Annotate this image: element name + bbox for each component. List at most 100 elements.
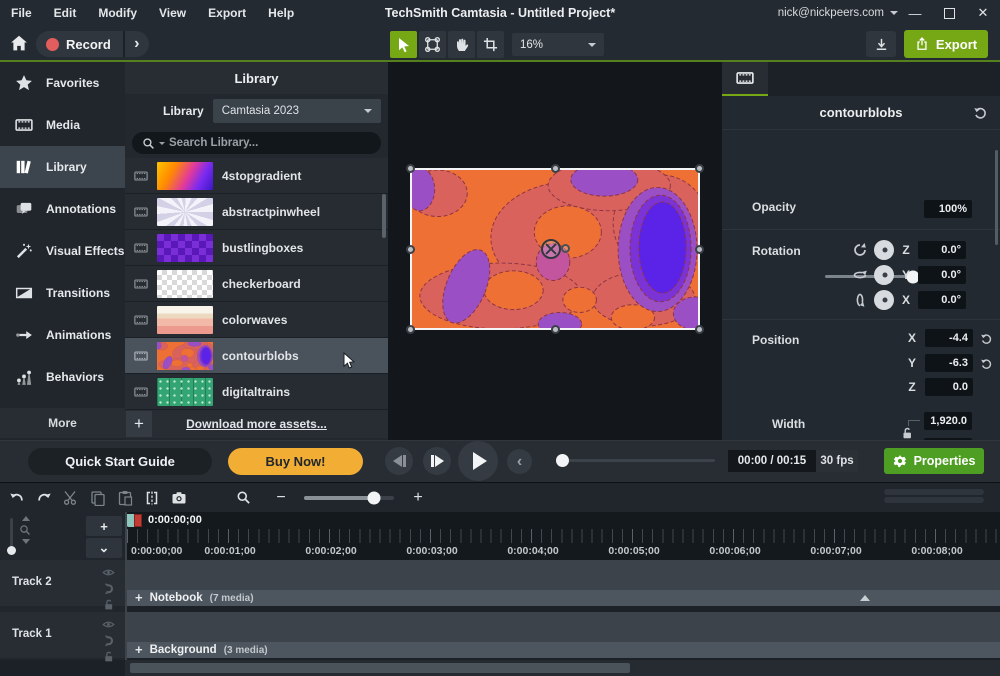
- account-menu[interactable]: nick@nickpeers.com: [778, 0, 898, 26]
- rotation-anchor-icon[interactable]: [541, 239, 561, 259]
- timeline-zoom-out-button[interactable]: −: [268, 487, 294, 509]
- track-1-lane[interactable]: [127, 612, 1000, 642]
- timeline-ruler[interactable]: 0:00:00;00 0:00:01;00 0:00:02;00 0:00:03…: [127, 512, 1000, 560]
- reset-icon[interactable]: [980, 357, 993, 370]
- sidebar-item-visual-effects[interactable]: Visual Effects: [0, 230, 125, 272]
- playhead-marker[interactable]: [134, 514, 142, 527]
- minimize-button[interactable]: —: [898, 0, 932, 26]
- crop-tool-button[interactable]: [477, 31, 504, 58]
- redo-button[interactable]: [31, 487, 57, 509]
- timeline-zoom-thumb[interactable]: [368, 491, 381, 504]
- rotation-handle-icon[interactable]: [561, 244, 570, 253]
- menu-modify[interactable]: Modify: [87, 6, 148, 20]
- copy-button[interactable]: [85, 487, 111, 509]
- list-item-abstractpinwheel[interactable]: abstractpinwheel: [125, 194, 388, 230]
- magnet-icon[interactable]: [102, 582, 115, 595]
- timeline-zoom-in-button[interactable]: +: [405, 487, 431, 509]
- record-button[interactable]: Record: [36, 31, 123, 57]
- rotation-y-dial[interactable]: [874, 265, 894, 285]
- resize-handle-se[interactable]: [695, 325, 704, 334]
- lock-icon[interactable]: [102, 598, 115, 611]
- properties-button[interactable]: Properties: [884, 448, 984, 474]
- canvas-stage[interactable]: [388, 62, 722, 440]
- expand-group-icon[interactable]: +: [135, 643, 143, 657]
- opacity-value[interactable]: 100%: [924, 200, 972, 218]
- resize-handle-nw[interactable]: [406, 164, 415, 173]
- resize-handle-e[interactable]: [695, 245, 704, 254]
- cut-button[interactable]: [58, 487, 84, 509]
- split-button[interactable]: [139, 487, 165, 509]
- tab-media-properties[interactable]: [722, 62, 768, 96]
- width-value[interactable]: 1,920.0: [924, 412, 972, 430]
- download-more-assets-link[interactable]: Download more assets...: [125, 417, 388, 431]
- menu-file[interactable]: File: [0, 6, 43, 20]
- list-item-4stopgradient[interactable]: 4stopgradient: [125, 158, 388, 194]
- sidebar-item-favorites[interactable]: Favorites: [0, 62, 125, 104]
- scrubber-track[interactable]: [562, 459, 715, 462]
- resize-handle-n[interactable]: [551, 164, 560, 173]
- lock-icon[interactable]: [102, 650, 115, 663]
- search-options-caret-icon[interactable]: [159, 142, 165, 145]
- eye-icon[interactable]: [102, 618, 115, 631]
- track-1-header[interactable]: Track 1: [0, 612, 125, 658]
- selected-media-contourblobs[interactable]: [410, 168, 700, 330]
- canvas-zoom-dropdown[interactable]: 16%: [512, 33, 604, 56]
- transform-tool-button[interactable]: [419, 31, 446, 58]
- menu-edit[interactable]: Edit: [43, 6, 88, 20]
- resize-handle-sw[interactable]: [406, 325, 415, 334]
- sidebar-item-annotations[interactable]: Annotations: [0, 188, 125, 230]
- menu-help[interactable]: Help: [257, 6, 305, 20]
- resize-handle-ne[interactable]: [695, 164, 704, 173]
- rotate-x-icon[interactable]: [852, 292, 868, 308]
- eye-icon[interactable]: [102, 566, 115, 579]
- next-frame-button[interactable]: [423, 447, 451, 475]
- lock-icon[interactable]: [900, 426, 914, 440]
- library-search-input[interactable]: [169, 137, 329, 149]
- select-tool-button[interactable]: [390, 31, 417, 58]
- export-button[interactable]: Export: [904, 30, 988, 58]
- track-2-lane[interactable]: [127, 560, 1000, 590]
- group-notebook[interactable]: + Notebook (7 media): [127, 590, 1000, 606]
- library-search-box[interactable]: [132, 132, 381, 154]
- timeline-zoom-slider[interactable]: [304, 496, 394, 500]
- fps-display[interactable]: 30 fps: [816, 450, 858, 472]
- sidebar-item-media[interactable]: Media: [0, 104, 125, 146]
- rotation-x-value[interactable]: 0.0°: [918, 291, 966, 309]
- collapse-controls-button[interactable]: ‹: [507, 449, 532, 474]
- expand-group-icon[interactable]: +: [135, 591, 143, 605]
- track-height-slider-thumb[interactable]: [7, 546, 16, 555]
- rotation-z-dial[interactable]: [874, 240, 894, 260]
- timeline-options-button[interactable]: ⌄: [86, 538, 122, 558]
- reset-all-icon[interactable]: [973, 105, 988, 120]
- undo-button[interactable]: [4, 487, 30, 509]
- group-background[interactable]: + Background (3 media): [127, 642, 1000, 658]
- position-x-value[interactable]: -4.4: [925, 329, 973, 347]
- screenshot-button[interactable]: [166, 487, 192, 509]
- list-item-digitaltrains[interactable]: digitaltrains: [125, 374, 388, 410]
- pan-tool-button[interactable]: [448, 31, 475, 58]
- buy-now-button[interactable]: Buy Now!: [228, 448, 363, 475]
- library-scrollbar[interactable]: [382, 194, 386, 238]
- timeline-hscroll-thumb[interactable]: [130, 663, 630, 673]
- reset-icon[interactable]: [980, 332, 993, 345]
- record-options-button[interactable]: ›: [123, 31, 149, 57]
- properties-scrollbar[interactable]: [995, 150, 998, 245]
- rotation-y-value[interactable]: 0.0°: [918, 266, 966, 284]
- resize-handle-s[interactable]: [551, 325, 560, 334]
- sidebar-more-button[interactable]: More: [0, 408, 125, 438]
- rotate-y-icon[interactable]: [852, 267, 868, 283]
- timeline-minimap[interactable]: [884, 489, 984, 505]
- library-source-dropdown[interactable]: Camtasia 2023: [213, 99, 381, 123]
- magnet-icon[interactable]: [102, 634, 115, 647]
- sidebar-item-library[interactable]: Library: [0, 146, 125, 188]
- close-button[interactable]: ✕: [966, 0, 1000, 26]
- sidebar-item-animations[interactable]: Animations: [0, 314, 125, 356]
- track-zoom-up-icon[interactable]: [22, 516, 30, 521]
- list-item-contourblobs[interactable]: contourblobs: [125, 338, 388, 374]
- rotation-z-value[interactable]: 0.0°: [918, 241, 966, 259]
- quick-start-guide-button[interactable]: Quick Start Guide: [28, 448, 212, 475]
- sidebar-item-transitions[interactable]: Transitions: [0, 272, 125, 314]
- maximize-button[interactable]: [932, 0, 966, 26]
- position-z-value[interactable]: 0.0: [925, 378, 973, 396]
- resize-handle-w[interactable]: [406, 245, 415, 254]
